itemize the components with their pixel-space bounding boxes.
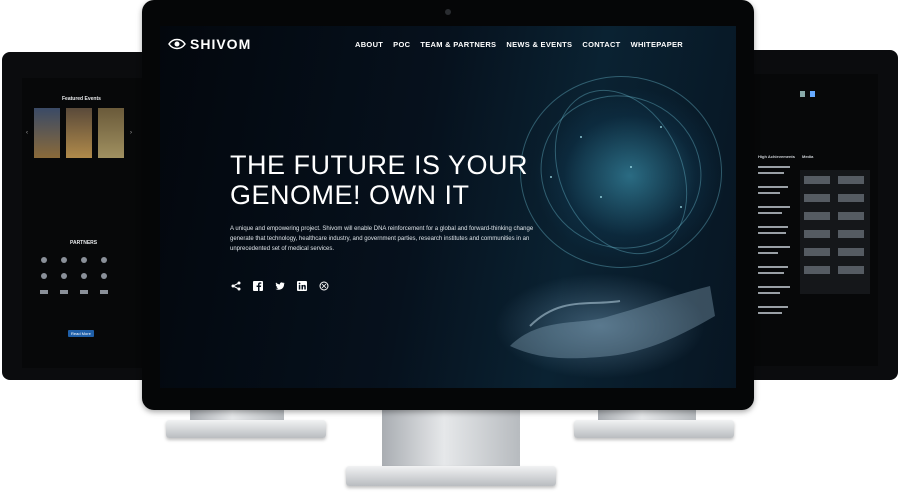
hands-image	[500, 256, 720, 366]
achievements-title: High Achievements	[758, 154, 795, 159]
media-logos-grid	[800, 170, 870, 294]
main-stand-base	[346, 466, 556, 486]
right-stand-base	[574, 420, 734, 438]
main-monitor: SHIVOM ABOUT POC TEAM & PARTNERS NEWS & …	[142, 0, 754, 410]
nav-menu: ABOUT POC TEAM & PARTNERS NEWS & EVENTS …	[355, 40, 683, 49]
nav-whitepaper[interactable]: WHITEPAPER	[631, 40, 683, 49]
twitter-icon[interactable]	[274, 280, 286, 292]
nav-team-partners[interactable]: TEAM & PARTNERS	[420, 40, 496, 49]
particle	[630, 166, 632, 168]
partners-title: PARTNERS	[70, 240, 98, 246]
particle	[600, 196, 602, 198]
hero-description: A unique and empowering project. Shivom …	[230, 226, 534, 252]
partner-logos	[38, 254, 128, 310]
icon-row	[800, 86, 820, 97]
carousel-prev-icon[interactable]: ‹	[26, 130, 28, 136]
right-monitor: High Achievements Media	[734, 50, 898, 380]
left-monitor-screen: Featured Events ‹ › PARTNERS Read More	[22, 78, 146, 368]
achievements-list	[758, 166, 796, 326]
brand-logo[interactable]: SHIVOM	[168, 36, 251, 52]
nav-about[interactable]: ABOUT	[355, 40, 383, 49]
brand-name: SHIVOM	[190, 36, 252, 52]
event-thumbnail[interactable]	[66, 108, 92, 158]
globe-icon[interactable]	[318, 280, 330, 292]
particle	[580, 136, 582, 138]
left-stand-base	[166, 420, 326, 438]
media-title: Media	[802, 154, 814, 159]
particle	[680, 206, 682, 208]
event-thumbnail[interactable]	[98, 108, 124, 158]
particle	[550, 176, 552, 178]
carousel-next-icon[interactable]: ›	[130, 130, 132, 136]
hero-title-line: THE FUTURE IS YOUR	[230, 150, 529, 180]
nav-contact[interactable]: CONTACT	[582, 40, 620, 49]
hero-title: THE FUTURE IS YOUR GENOME! OWN IT	[230, 150, 528, 210]
featured-events-title: Featured Events	[62, 96, 101, 102]
particle	[660, 126, 662, 128]
share-icon[interactable]	[230, 280, 242, 292]
social-links	[230, 280, 330, 292]
facebook-icon[interactable]	[252, 280, 264, 292]
read-more-button[interactable]: Read More	[68, 330, 94, 337]
linkedin-icon[interactable]	[296, 280, 308, 292]
eye-logo-icon	[168, 38, 186, 50]
nav-poc[interactable]: POC	[393, 40, 410, 49]
hero-title-line: GENOME! OWN IT	[230, 180, 470, 210]
main-stand-neck	[382, 408, 520, 470]
nav-news-events[interactable]: NEWS & EVENTS	[506, 40, 572, 49]
event-thumbnail[interactable]	[34, 108, 60, 158]
top-nav: SHIVOM ABOUT POC TEAM & PARTNERS NEWS & …	[160, 26, 736, 62]
right-monitor-screen: High Achievements Media	[754, 74, 878, 366]
website-screen: SHIVOM ABOUT POC TEAM & PARTNERS NEWS & …	[160, 26, 736, 388]
webcam-icon	[445, 9, 451, 15]
